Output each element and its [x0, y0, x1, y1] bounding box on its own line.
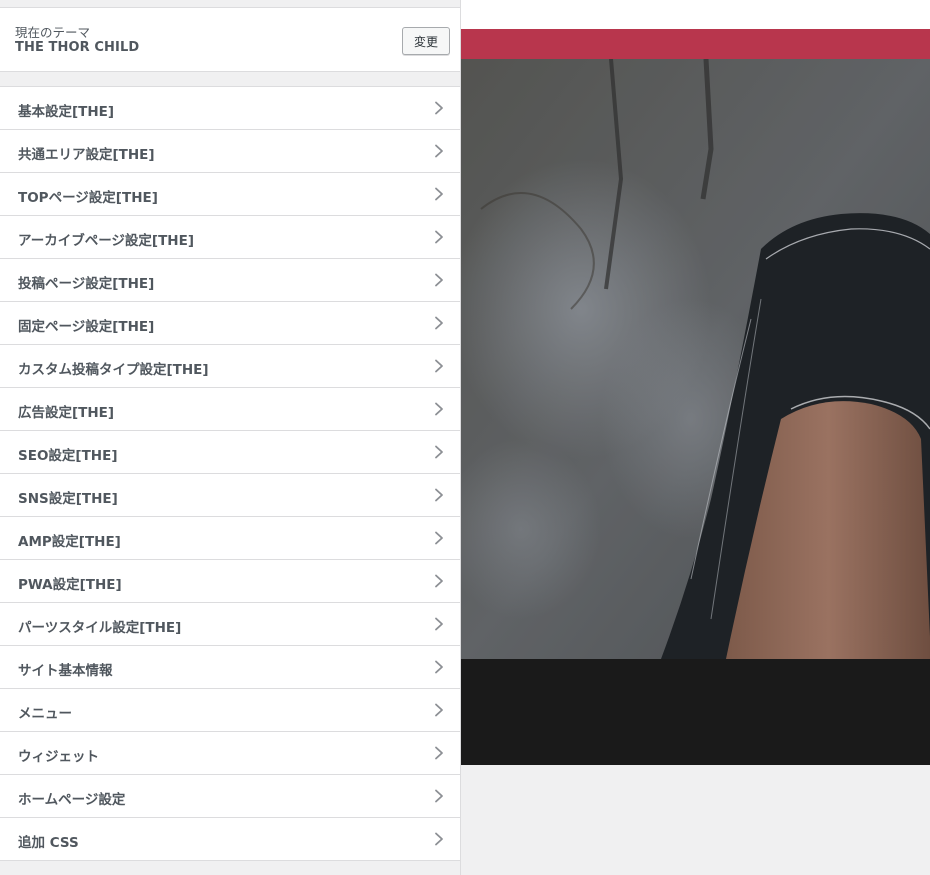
hero-photo: [461, 58, 930, 659]
panel-item[interactable]: TOPページ設定[THE]: [0, 173, 460, 216]
change-theme-button[interactable]: 変更: [402, 27, 450, 55]
chevron-right-icon: [432, 230, 446, 244]
chevron-right-icon: [432, 617, 446, 631]
panel-label: アーカイブページ設定[THE]: [18, 233, 194, 249]
panel-label: PWA設定[THE]: [18, 577, 122, 593]
customizer-sidebar: 現在のテーマ THE THOR CHILD 変更 基本設定[THE] 共通エリア設…: [0, 0, 461, 875]
panel-label: ウィジェット: [18, 749, 99, 765]
panel-item[interactable]: 基本設定[THE]: [0, 87, 460, 130]
current-theme-label: 現在のテーマ: [15, 25, 91, 40]
customizer-panel-list: 基本設定[THE] 共通エリア設定[THE] TOPページ設定[THE] アーカイブペ…: [0, 86, 460, 861]
preview-footer: [461, 659, 930, 765]
panel-item[interactable]: SEO設定[THE]: [0, 431, 460, 474]
panel-item[interactable]: 広告設定[THE]: [0, 388, 460, 431]
chevron-right-icon: [432, 660, 446, 674]
panel-item[interactable]: サイト基本情報: [0, 646, 460, 689]
panel-label: パーツスタイル設定[THE]: [18, 620, 182, 636]
current-theme-section: 現在のテーマ THE THOR CHILD 変更: [0, 7, 460, 72]
chevron-right-icon: [432, 187, 446, 201]
chevron-right-icon: [432, 273, 446, 287]
panel-item[interactable]: AMP設定[THE]: [0, 517, 460, 560]
panel-label: SEO設定[THE]: [18, 448, 118, 464]
panel-label: SNS設定[THE]: [18, 491, 118, 507]
panel-item[interactable]: ウィジェット: [0, 732, 460, 775]
chevron-right-icon: [432, 445, 446, 459]
panel-label: 追加 CSS: [18, 835, 79, 851]
chevron-right-icon: [432, 703, 446, 717]
panel-label: 投稿ページ設定[THE]: [18, 276, 155, 292]
chevron-right-icon: [432, 316, 446, 330]
chevron-right-icon: [432, 488, 446, 502]
chevron-right-icon: [432, 144, 446, 158]
preview-hero-image: [461, 58, 930, 659]
panel-item[interactable]: アーカイブページ設定[THE]: [0, 216, 460, 259]
chevron-right-icon: [432, 402, 446, 416]
preview-accent-bar: [461, 29, 930, 59]
chevron-right-icon: [432, 789, 446, 803]
panel-item[interactable]: 共通エリア設定[THE]: [0, 130, 460, 173]
panel-label: カスタム投稿タイプ設定[THE]: [18, 362, 209, 378]
panel-label: TOPページ設定[THE]: [18, 190, 158, 206]
site-preview[interactable]: [461, 0, 930, 875]
panel-label: 固定ページ設定[THE]: [18, 319, 155, 335]
panel-label: メニュー: [18, 706, 72, 722]
panel-item[interactable]: 追加 CSS: [0, 818, 460, 861]
preview-header: [461, 0, 930, 29]
chevron-right-icon: [432, 101, 446, 115]
panel-item[interactable]: ホームページ設定: [0, 775, 460, 818]
panel-item[interactable]: カスタム投稿タイプ設定[THE]: [0, 345, 460, 388]
panel-label: AMP設定[THE]: [18, 534, 121, 550]
chevron-right-icon: [432, 574, 446, 588]
chevron-right-icon: [432, 531, 446, 545]
chevron-right-icon: [432, 359, 446, 373]
panel-item[interactable]: パーツスタイル設定[THE]: [0, 603, 460, 646]
current-theme-name: THE THOR CHILD: [15, 40, 140, 55]
panel-label: 広告設定[THE]: [18, 405, 115, 421]
panel-item[interactable]: メニュー: [0, 689, 460, 732]
chevron-right-icon: [432, 832, 446, 846]
panel-label: 共通エリア設定[THE]: [18, 147, 155, 163]
panel-label: サイト基本情報: [18, 663, 113, 679]
panel-item[interactable]: PWA設定[THE]: [0, 560, 460, 603]
panel-item[interactable]: 固定ページ設定[THE]: [0, 302, 460, 345]
panel-item[interactable]: 投稿ページ設定[THE]: [0, 259, 460, 302]
panel-label: ホームページ設定: [18, 792, 126, 808]
panel-label: 基本設定[THE]: [18, 104, 115, 120]
panel-item[interactable]: SNS設定[THE]: [0, 474, 460, 517]
chevron-right-icon: [432, 746, 446, 760]
